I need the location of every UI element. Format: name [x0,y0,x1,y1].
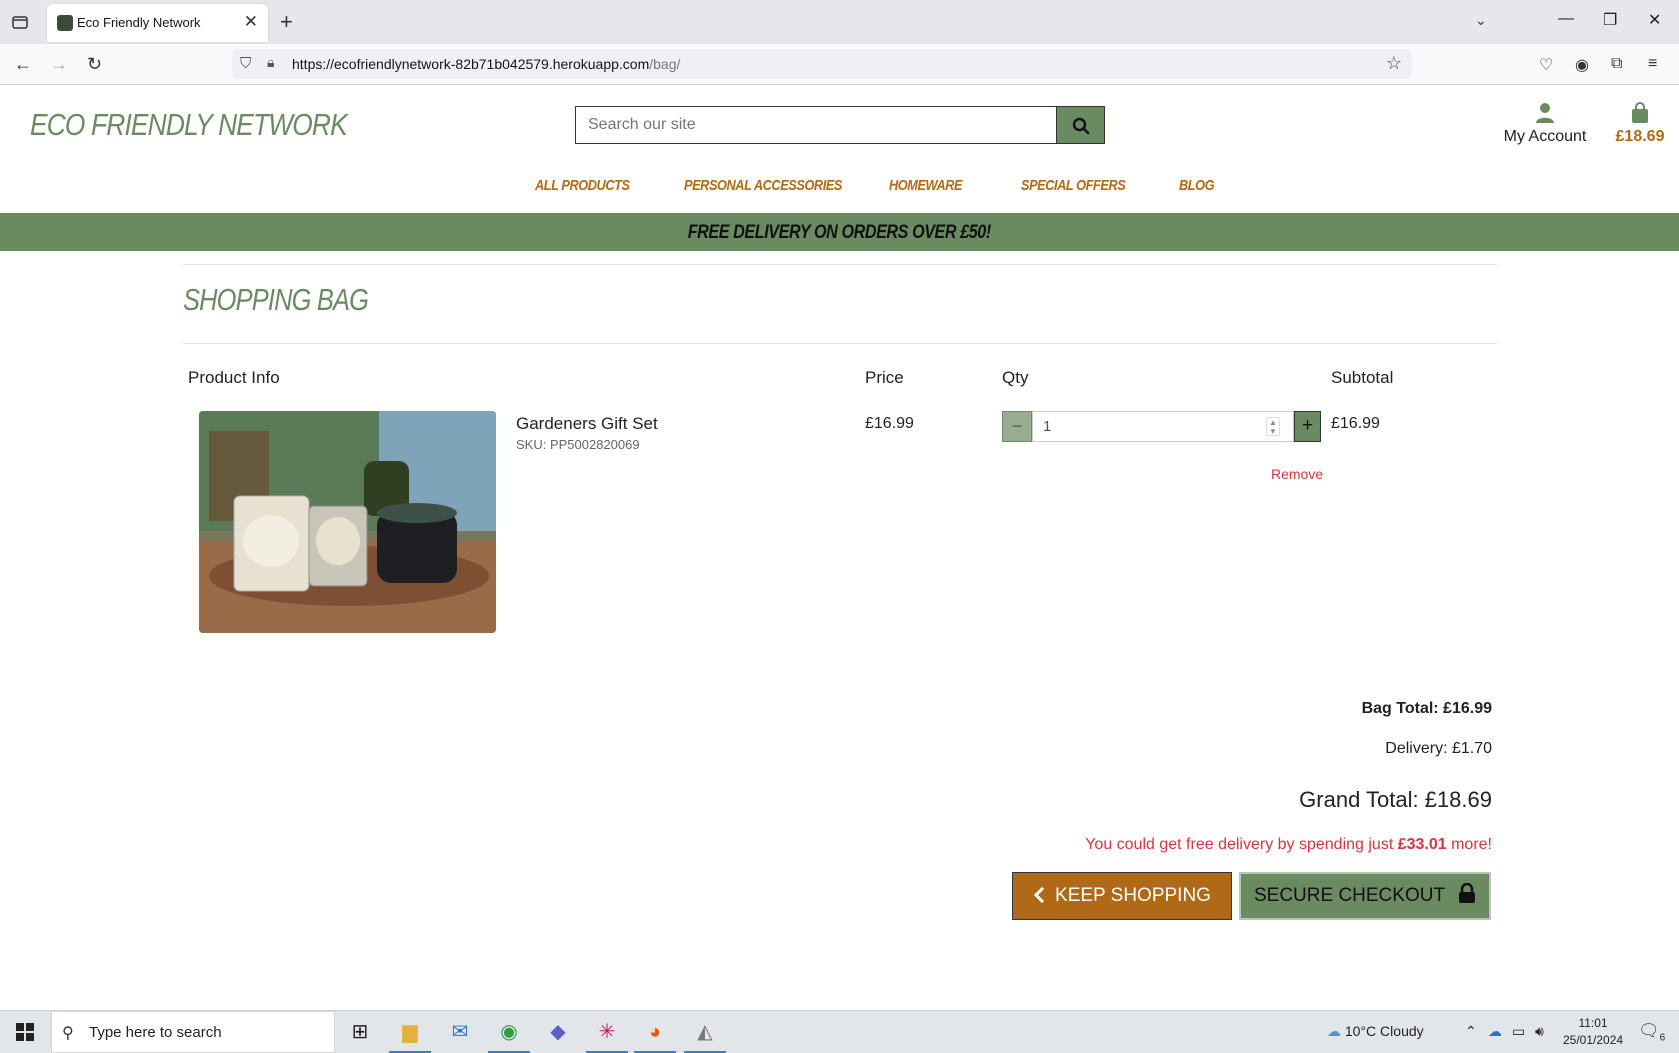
close-window-icon[interactable]: ✕ [1648,10,1661,30]
spinner-arrows-icon[interactable]: ▲ ▼ [1266,417,1280,436]
column-header-qty: Qty [1002,368,1029,387]
taskbar: ⚲ Type here to search ⊞ ▆ ✉ ◉ ◆ ✳ ◕ ◭ ☁ … [0,1010,1679,1053]
minus-icon: − [1011,416,1023,436]
product-name[interactable]: Gardeners Gift Set [516,414,658,434]
slack-icon[interactable]: ✳ [586,1017,628,1053]
mail-icon[interactable]: ✉ [445,1017,475,1047]
grand-total: Grand Total: £18.69 [1299,787,1492,812]
search-icon [1072,117,1090,135]
search-icon: ⚲ [62,1025,74,1042]
nav-blog[interactable]: BLOG [1179,177,1215,194]
shield-icon[interactable]: ⛉ [240,55,251,72]
volume-icon[interactable]: 🔊︎ [1535,1023,1544,1040]
column-header-product: Product Info [188,368,280,387]
back-icon[interactable]: ← [14,54,32,75]
gimp-icon[interactable]: ◭ [684,1017,726,1053]
divider [183,343,1497,344]
delivery-banner: FREE DELIVERY ON ORDERS OVER £50! [0,213,1679,251]
onedrive-icon[interactable]: ☁ [1488,1023,1502,1040]
reload-icon[interactable]: ↻ [87,54,102,75]
product-subtotal: £16.99 [1331,415,1380,432]
browser-tab[interactable]: Eco Friendly Network ✕ [47,4,268,42]
tab-list-icon[interactable] [10,12,30,32]
lock-icon[interactable]: 🔒︎ [267,54,274,71]
nav-all-products[interactable]: ALL PRODUCTS [535,177,630,194]
firefox-icon[interactable]: ◕ [634,1017,676,1053]
menu-icon[interactable]: ≡ [1648,55,1657,73]
forward-icon[interactable]: → [50,54,68,75]
user-icon [1536,103,1554,123]
shopping-bag-icon [1632,102,1648,123]
taskbar-search-placeholder: Type here to search [89,1024,222,1041]
site-logo[interactable]: ECO FRIENDLY NETWORK [30,107,348,143]
nav-homeware[interactable]: HOMEWARE [889,177,963,194]
product-price: £16.99 [865,415,914,432]
close-tab-icon[interactable]: ✕ [244,13,258,31]
my-account-link[interactable]: My Account [1500,102,1590,146]
minimize-icon[interactable]: — [1558,10,1574,28]
candles-photo [199,411,496,633]
quantity-input[interactable] [1032,411,1294,442]
weather-widget[interactable]: ☁ 10°C Cloudy [1327,1023,1424,1040]
secure-checkout-button[interactable]: SECURE CHECKOUT [1239,872,1491,920]
search-button[interactable] [1056,106,1105,144]
notification-count: 6 [1659,1032,1666,1044]
site-favicon-icon [57,15,73,31]
remove-item-link[interactable]: Remove [1271,466,1323,482]
website: ECO FRIENDLY NETWORK My Account £18.69 A… [0,85,1679,1010]
task-view-icon[interactable]: ⊞ [345,1017,375,1047]
bookmark-star-icon[interactable]: ☆ [1386,53,1402,74]
restore-icon[interactable]: ❐ [1603,10,1617,30]
delivery-cost: Delivery: £1.70 [1385,740,1492,757]
increment-button[interactable]: + [1294,411,1321,442]
main-nav: ALL PRODUCTS PERSONAL ACCESSORIES HOMEWA… [0,177,1679,201]
notifications-icon[interactable]: 🗨︎6 [1638,1021,1665,1043]
keep-shopping-button[interactable]: KEEP SHOPPING [1012,872,1232,920]
my-account-label: My Account [1503,128,1587,145]
show-hidden-icons-icon[interactable]: ⌃ [1465,1023,1477,1040]
url-text[interactable]: https://ecofriendlynetwork-82b71b042579.… [292,56,680,72]
bag-total: Bag Total: £16.99 [1361,700,1492,717]
column-header-subtotal: Subtotal [1331,368,1394,387]
nav-personal-accessories[interactable]: PERSONAL ACCESSORIES [684,177,842,194]
list-all-tabs-icon[interactable]: ⌄ [1475,12,1487,29]
lock-icon [1459,882,1475,903]
divider [183,264,1497,265]
header-bag-total: £18.69 [1615,128,1665,145]
address-bar[interactable]: ⛉ 🔒︎ https://ecofriendlynetwork-82b71b04… [232,49,1412,79]
quantity-stepper: − ▲▼ + [1002,411,1321,442]
file-explorer-icon[interactable]: ▆ [389,1017,431,1053]
column-header-price: Price [865,368,904,387]
decrement-button[interactable]: − [1002,411,1032,442]
chrome-icon[interactable]: ◉ [488,1017,530,1053]
product-sku: SKU: PP5002820069 [516,437,640,452]
free-delivery-notice: You could get free delivery by spending … [1085,836,1492,853]
browser-navbar: ← → ↻ ⛉ 🔒︎ https://ecofriendlynetwork-82… [0,44,1679,85]
chevron-left-icon [1033,886,1045,904]
nav-special-offers[interactable]: SPECIAL OFFERS [1021,177,1126,194]
pocket-icon[interactable]: ♡ [1539,55,1553,75]
free-delivery-amount: £33.01 [1397,836,1447,853]
delivery-banner-text: FREE DELIVERY ON ORDERS OVER £50! [687,222,992,243]
browser-tabbar: Eco Friendly Network ✕ + ⌄ — ❐ ✕ [0,0,1679,44]
page-title: SHOPPING BAG [183,282,369,317]
extensions-icon[interactable]: ⧉ [1611,55,1622,73]
bag-link[interactable]: £18.69 [1610,102,1670,146]
new-tab-icon[interactable]: + [280,9,293,35]
taskbar-search[interactable]: ⚲ Type here to search [51,1011,335,1053]
cloud-icon: ☁ [1327,1023,1341,1039]
copilot-icon[interactable]: ◆ [543,1017,573,1047]
search-input[interactable] [575,106,1056,144]
plus-icon: + [1301,415,1314,436]
windows-start-icon[interactable] [16,1023,34,1041]
site-search [575,106,1105,144]
tab-title: Eco Friendly Network [77,15,201,30]
system-clock[interactable]: 11:01 25/01/2024 [1563,1015,1623,1049]
network-icon[interactable]: ▭ [1512,1023,1525,1040]
product-image [199,411,496,633]
profile-icon[interactable]: ◉ [1575,55,1589,75]
